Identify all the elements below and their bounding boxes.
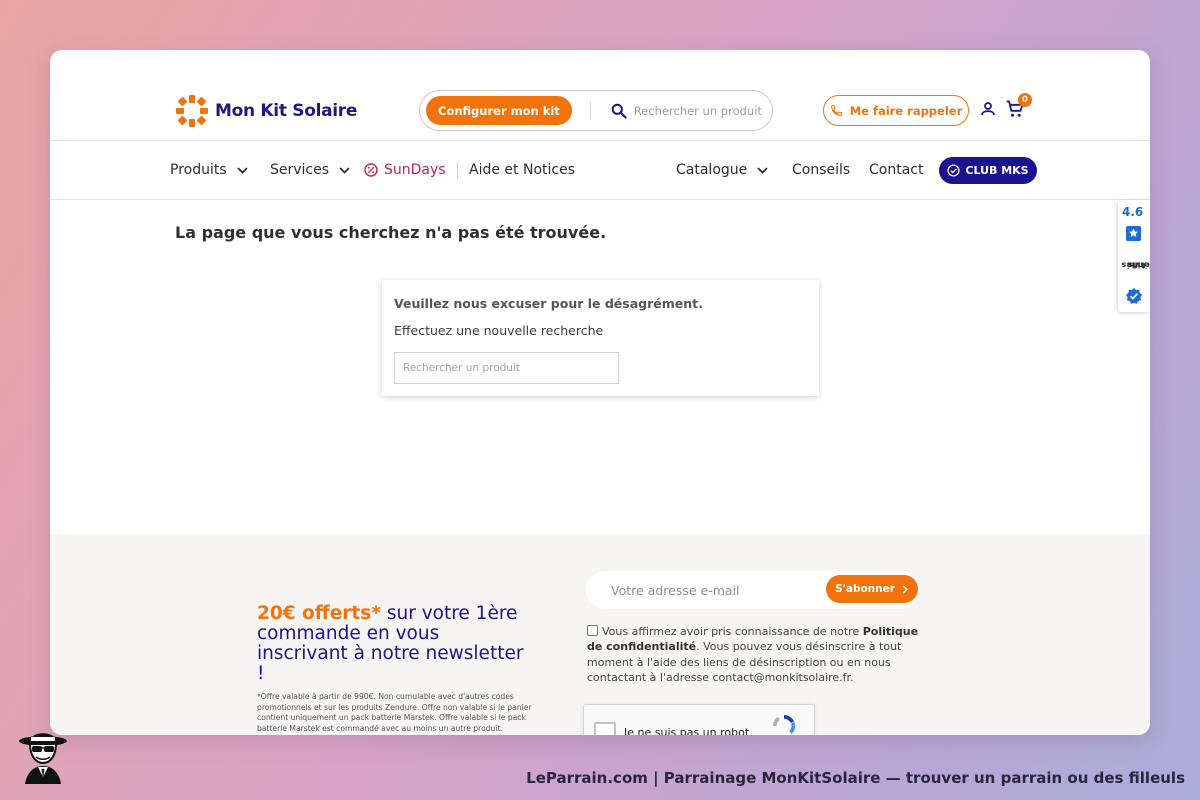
nav-item-conseils[interactable]: Conseils xyxy=(792,141,850,199)
recaptcha-checkbox[interactable] xyxy=(594,722,616,735)
header-search-input[interactable]: Rechercher un produit xyxy=(634,104,762,118)
avis-label: Avis Vérifiés xyxy=(1122,244,1150,286)
search-icon[interactable] xyxy=(611,103,627,119)
cart-count-badge: 0 xyxy=(1018,93,1032,107)
chevron-down-icon xyxy=(339,166,350,174)
nav-item-contact[interactable]: Contact xyxy=(869,141,923,199)
phone-icon xyxy=(830,105,842,116)
site-header: Mon Kit Solaire Configurer mon kit Reche… xyxy=(50,50,1150,141)
apology-heading: Veuillez nous excuser pour le désagrémen… xyxy=(394,296,703,311)
page-caption: LeParrain.com | Parrainage MonKitSolaire… xyxy=(526,769,1185,787)
avis-verifies-widget[interactable]: 4.6 Avis Vérifiés xyxy=(1118,200,1150,312)
nav-label: Conseils xyxy=(792,162,851,178)
header-search-bar: Configurer mon kit Rechercher un produit xyxy=(419,90,773,131)
brand-name: Mon Kit Solaire xyxy=(215,101,358,121)
rating-score: 4.6 xyxy=(1122,205,1144,219)
nav-label: Catalogue xyxy=(676,162,748,178)
nav-item-produits[interactable]: Produits xyxy=(170,141,248,199)
newsletter-email-field[interactable]: Votre adresse e-mail S'abonner xyxy=(586,571,920,609)
callback-button[interactable]: Me faire rappeler xyxy=(823,95,969,126)
star-icon xyxy=(1126,226,1141,241)
leparrain-mascot-icon xyxy=(19,733,67,784)
search-divider xyxy=(589,101,591,120)
nav-label: SunDays xyxy=(384,162,446,178)
browser-page: Mon Kit Solaire Configurer mon kit Reche… xyxy=(50,50,1150,735)
user-account-icon[interactable] xyxy=(979,100,997,118)
chevron-down-icon xyxy=(237,166,248,174)
site-logo[interactable]: Mon Kit Solaire xyxy=(175,94,357,128)
privacy-consent: Vous affirmez avoir pris connaissance de… xyxy=(587,624,922,685)
avis-verifies-logo-icon xyxy=(1126,288,1142,304)
promo-offer: 20€ offerts* xyxy=(257,603,381,624)
club-mks-button[interactable]: CLUB MKS xyxy=(939,157,1037,184)
nav-item-aide-notices[interactable]: Aide et Notices xyxy=(469,141,575,199)
chevron-right-icon xyxy=(902,584,908,594)
callback-label: Me faire rappeler xyxy=(849,103,963,118)
percent-badge-icon xyxy=(364,163,378,177)
newsletter-promo: 20€ offerts* sur votre 1ère commande en … xyxy=(257,604,527,684)
configure-kit-button[interactable]: Configurer mon kit xyxy=(426,96,572,125)
nav-item-catalogue[interactable]: Catalogue xyxy=(676,141,768,199)
chevron-down-icon xyxy=(757,166,768,174)
consent-checkbox[interactable] xyxy=(587,625,598,636)
nav-label: Aide et Notices xyxy=(469,162,575,178)
club-label: CLUB MKS xyxy=(965,164,1029,177)
main-navigation: Produits Services SunDays Aide et Notice… xyxy=(50,141,1150,200)
recaptcha-label: Je ne suis pas un robot xyxy=(624,726,750,735)
subscribe-button[interactable]: S'abonner xyxy=(826,575,918,603)
newsletter-footer: 20€ offerts* sur votre 1ère commande en … xyxy=(50,534,1150,735)
sun-logo-icon xyxy=(176,95,208,127)
recaptcha-logo-icon xyxy=(773,715,796,734)
subscribe-label: S'abonner xyxy=(835,583,895,595)
product-search-input[interactable] xyxy=(394,352,619,384)
consent-text-pre: Vous affirmez avoir pris connaissance de… xyxy=(602,625,863,638)
nav-item-sundays[interactable]: SunDays xyxy=(364,141,446,199)
search-again-text: Effectuez une nouvelle recherche xyxy=(394,323,604,338)
nav-label: Services xyxy=(270,162,330,178)
avis-label-line2: Vérifiés xyxy=(1121,260,1150,270)
page-title: La page que vous cherchez n'a pas été tr… xyxy=(175,223,607,242)
promo-fine-print: *Offre valable à partir de 990€. Non cum… xyxy=(257,692,532,733)
check-circle-icon xyxy=(947,164,960,177)
nav-label: Produits xyxy=(170,162,227,178)
not-found-panel: Veuillez nous excuser pour le désagrémen… xyxy=(382,280,819,396)
email-input[interactable]: Votre adresse e-mail xyxy=(611,583,739,598)
nav-label: Contact xyxy=(869,162,924,178)
nav-divider xyxy=(457,162,458,179)
nav-item-services[interactable]: Services xyxy=(270,141,350,199)
recaptcha-widget: Je ne suis pas un robot xyxy=(583,704,815,735)
